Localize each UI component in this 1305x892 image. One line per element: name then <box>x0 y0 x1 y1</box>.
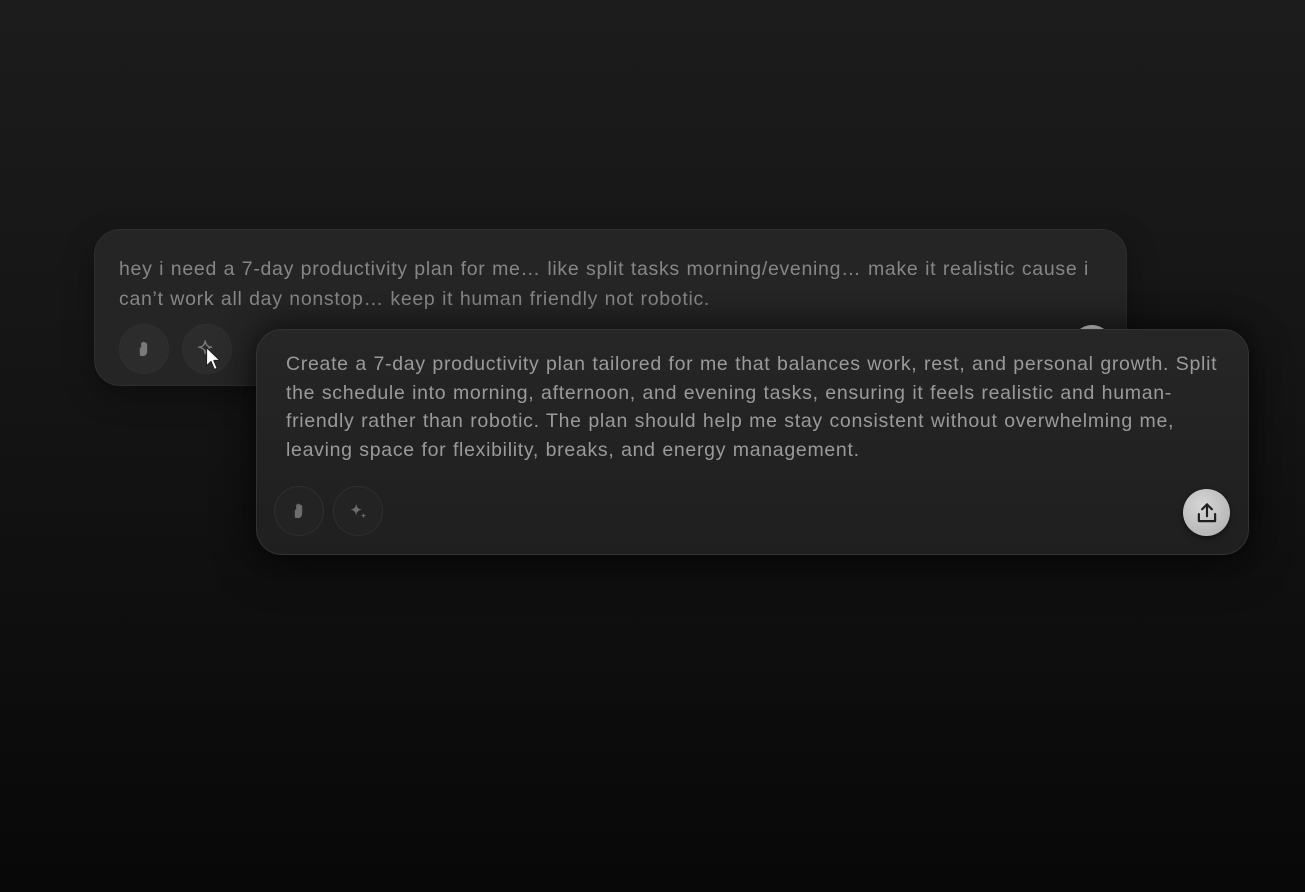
upload-icon <box>1197 502 1216 522</box>
hand-button[interactable] <box>119 324 169 374</box>
hand-icon <box>294 503 303 519</box>
mouse-cursor-icon <box>205 346 221 371</box>
hand-icon <box>139 341 148 357</box>
hand-button[interactable] <box>274 486 324 536</box>
sparkle-icon <box>350 503 367 519</box>
sparkle-button[interactable] <box>333 486 383 536</box>
submit-button[interactable] <box>1183 489 1230 536</box>
original-prompt-text: hey i need a 7-day productivity plan for… <box>119 258 1090 310</box>
enhanced-prompt-text: Create a 7-day productivity plan tailore… <box>286 353 1218 461</box>
enhanced-prompt-card: Create a 7-day productivity plan tailore… <box>256 329 1249 555</box>
